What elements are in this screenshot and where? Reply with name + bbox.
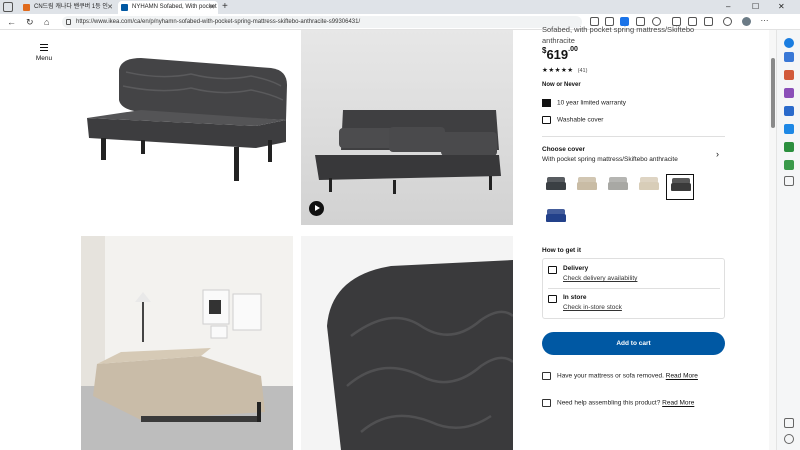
more-options-icon[interactable]: ··· [760, 17, 769, 26]
check-instore-link[interactable]: Check in-store stock [563, 304, 622, 311]
lock-icon [66, 19, 71, 25]
product-price: $619.00 [542, 46, 578, 64]
washable-label: Washable cover [557, 116, 604, 124]
sofa-thumbnail [671, 178, 691, 191]
play-video-button[interactable] [309, 201, 324, 216]
menu-button[interactable]: Menu [32, 44, 56, 62]
cover-swatch-anthracite[interactable] [666, 174, 694, 200]
settings-gear-icon[interactable] [784, 434, 794, 444]
tab-cndream[interactable]: CN드림 캐나다 밴쿠버 1등 인 ✕ [20, 1, 116, 14]
product-image-bed-room[interactable] [81, 236, 293, 450]
chat-icon [542, 372, 551, 380]
close-window-button[interactable]: ✕ [778, 0, 785, 14]
product-subtitle: Sofabed, with pocket spring mattress/Ski… [542, 25, 695, 45]
ikea-favicon-icon [121, 4, 128, 11]
maximize-button[interactable]: ☐ [752, 0, 759, 14]
new-tab-button[interactable]: + [222, 0, 228, 13]
check-delivery-link[interactable]: Check delivery availability [563, 275, 637, 282]
back-icon[interactable]: ← [7, 16, 16, 28]
bedroom-illustration [81, 236, 293, 450]
product-image-fabric-detail[interactable] [301, 236, 513, 450]
instore-option[interactable]: In store Check in-store stock [548, 294, 622, 311]
sidebar-layout-icon[interactable] [784, 418, 794, 428]
washable-icon [542, 116, 551, 124]
store-icon [548, 295, 557, 303]
price-integer: 619 [546, 47, 569, 62]
tab-actions-icon[interactable] [3, 2, 13, 12]
tools-icon [542, 399, 551, 407]
warranty-label: 10 year limited warranty [557, 99, 626, 107]
assembly-help: Need help assembling this product? Read … [542, 399, 694, 407]
shopping-icon[interactable] [784, 70, 794, 80]
search-side-icon[interactable] [784, 52, 794, 62]
add-sidebar-icon[interactable] [784, 176, 794, 186]
removal-text: Have your mattress or sofa removed. [557, 372, 664, 380]
cndream-favicon-icon [23, 4, 30, 11]
review-count: (41) [577, 68, 588, 74]
washable-feature: Washable cover [542, 116, 603, 124]
sofa-with-cushions-illustration [315, 110, 501, 194]
removal-help: Have your mattress or sofa removed. Read… [542, 372, 698, 380]
url-field[interactable]: https://www.ikea.com/ca/en/p/nyhamn-sofa… [62, 16, 582, 28]
home-icon[interactable]: ⌂ [44, 16, 49, 28]
rating-stars[interactable]: ★★★★★ (41) [542, 66, 587, 74]
sofa-thumbnail [546, 209, 566, 222]
add-to-cart-button[interactable]: Add to cart [542, 332, 725, 355]
product-image-sofa-cushions[interactable] [301, 30, 513, 225]
tools-icon[interactable] [784, 88, 794, 98]
scrollbar-thumb[interactable] [771, 58, 775, 128]
outlook-icon[interactable] [784, 142, 794, 152]
assembly-read-more-link[interactable]: Read More [662, 400, 694, 407]
choose-cover-selected[interactable]: With pocket spring mattress/Skiftebo ant… [542, 156, 678, 163]
warranty-10-icon [542, 99, 551, 107]
cover-swatch-blue[interactable] [542, 206, 570, 232]
sofa-thumbnail [639, 177, 659, 190]
close-tab-icon[interactable]: ✕ [209, 1, 215, 14]
drop-icon[interactable] [784, 160, 794, 170]
tab-bar: CN드림 캐나다 밴쿠버 1등 인 ✕ NYHAMN Sofabed, With… [0, 0, 800, 14]
tab-ikea[interactable]: NYHAMN Sofabed, With pocket ✕ [118, 1, 218, 14]
instore-label: In store [563, 294, 587, 301]
stars-icon: ★★★★★ [542, 67, 574, 74]
chevron-right-icon[interactable]: › [716, 149, 719, 159]
divider [542, 136, 725, 137]
games-icon[interactable] [784, 106, 794, 116]
tab-title: CN드림 캐나다 밴쿠버 1등 인 [34, 4, 108, 10]
assembly-text: Need help assembling this product? [557, 399, 661, 407]
cover-swatch-dark-blue-gray[interactable] [542, 174, 570, 200]
office-icon[interactable] [784, 124, 794, 134]
price-decimal: .00 [568, 46, 578, 53]
how-to-get-title: How to get it [542, 247, 581, 254]
cover-swatch-light-gray[interactable] [604, 174, 632, 200]
fabric-detail-illustration [327, 260, 513, 450]
now-or-never-badge: Now or Never [542, 82, 581, 88]
cover-swatch-beige[interactable] [573, 174, 601, 200]
tab-title: NYHAMN Sofabed, With pocket [132, 4, 217, 10]
delivery-truck-icon [548, 266, 557, 274]
close-tab-icon[interactable]: ✕ [107, 1, 113, 14]
choose-cover-title[interactable]: Choose cover [542, 146, 585, 153]
cover-swatch-light-beige[interactable] [635, 174, 663, 200]
menu-label: Menu [35, 55, 53, 62]
warranty-feature: 10 year limited warranty [542, 99, 626, 107]
minimize-button[interactable]: – [726, 0, 730, 14]
delivery-option[interactable]: Delivery Check delivery availability [548, 265, 637, 282]
sofa-illustration [87, 58, 287, 181]
removal-read-more-link[interactable]: Read More [666, 373, 698, 380]
url-text: https://www.ikea.com/ca/en/p/nyhamn-sofa… [76, 19, 361, 25]
product-image-sofa-front[interactable] [81, 30, 293, 225]
edge-sidebar [776, 30, 800, 450]
refresh-icon[interactable]: ↻ [26, 16, 34, 28]
sofa-thumbnail [608, 177, 628, 190]
delivery-label: Delivery [563, 265, 589, 272]
hamburger-icon [40, 44, 48, 51]
sofa-thumbnail [577, 177, 597, 190]
sofa-thumbnail [546, 177, 566, 190]
divider [548, 288, 720, 289]
profile-avatar[interactable] [742, 17, 751, 26]
bing-icon[interactable] [784, 38, 794, 48]
